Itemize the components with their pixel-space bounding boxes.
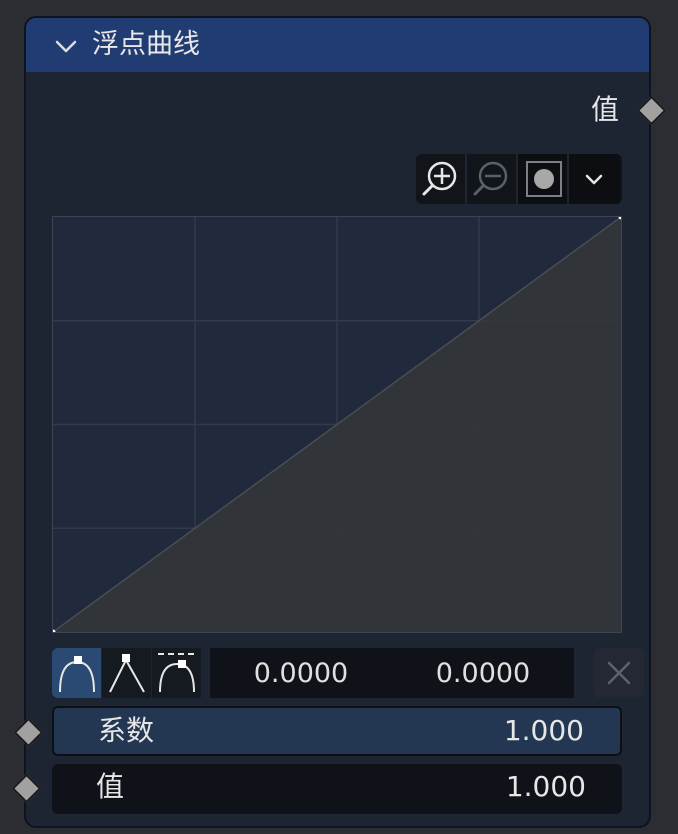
zoom-in-button[interactable] — [416, 154, 467, 204]
zoom-out-button[interactable] — [467, 154, 518, 204]
value-field[interactable]: 值 1.000 — [11, 764, 622, 814]
value-value: 1.000 — [505, 770, 586, 803]
curve-editor[interactable] — [50, 214, 624, 635]
output-socket[interactable] — [636, 95, 667, 126]
point-y-field[interactable]: 0.0000 — [392, 648, 574, 698]
float-curve-node: 浮点曲线 值 0.0000 0.0000 系数 1.000 值 1.000 — [11, 16, 667, 828]
point-editor-row: 0.0000 0.0000 — [52, 648, 644, 698]
chevron-down-icon[interactable] — [54, 34, 78, 58]
clipping-icon — [526, 161, 562, 197]
handle-type-group — [52, 648, 204, 698]
zoom-out-icon — [473, 161, 508, 196]
delete-point-button[interactable] — [594, 648, 644, 698]
factor-field[interactable]: 系数 1.000 — [13, 706, 622, 756]
chevron-down-icon — [585, 174, 603, 185]
close-icon — [607, 661, 631, 685]
output-label: 值 — [590, 93, 619, 126]
auto-handle-button[interactable] — [52, 648, 102, 698]
auto-handle-icon — [59, 656, 95, 693]
node-title: 浮点曲线 — [92, 29, 200, 60]
factor-label: 系数 — [98, 714, 155, 747]
vector-handle-icon — [109, 654, 145, 693]
value-input-socket[interactable] — [11, 773, 42, 804]
point-x-field[interactable]: 0.0000 — [210, 648, 392, 698]
curve-toolbar — [416, 154, 622, 204]
value-label: 值 — [96, 770, 125, 803]
curve-menu-button[interactable] — [569, 154, 620, 204]
output-socket-row: 值 — [26, 90, 667, 130]
auto-clamped-handle-icon — [158, 653, 196, 693]
factor-input-socket[interactable] — [13, 717, 44, 748]
vector-handle-button[interactable] — [102, 648, 152, 698]
clipping-button[interactable] — [518, 154, 569, 204]
node-header[interactable]: 浮点曲线 — [26, 18, 649, 72]
curve-graph[interactable] — [50, 214, 624, 635]
factor-value: 1.000 — [503, 714, 584, 747]
zoom-in-icon — [422, 161, 457, 196]
auto-clamped-handle-button[interactable] — [152, 648, 202, 698]
